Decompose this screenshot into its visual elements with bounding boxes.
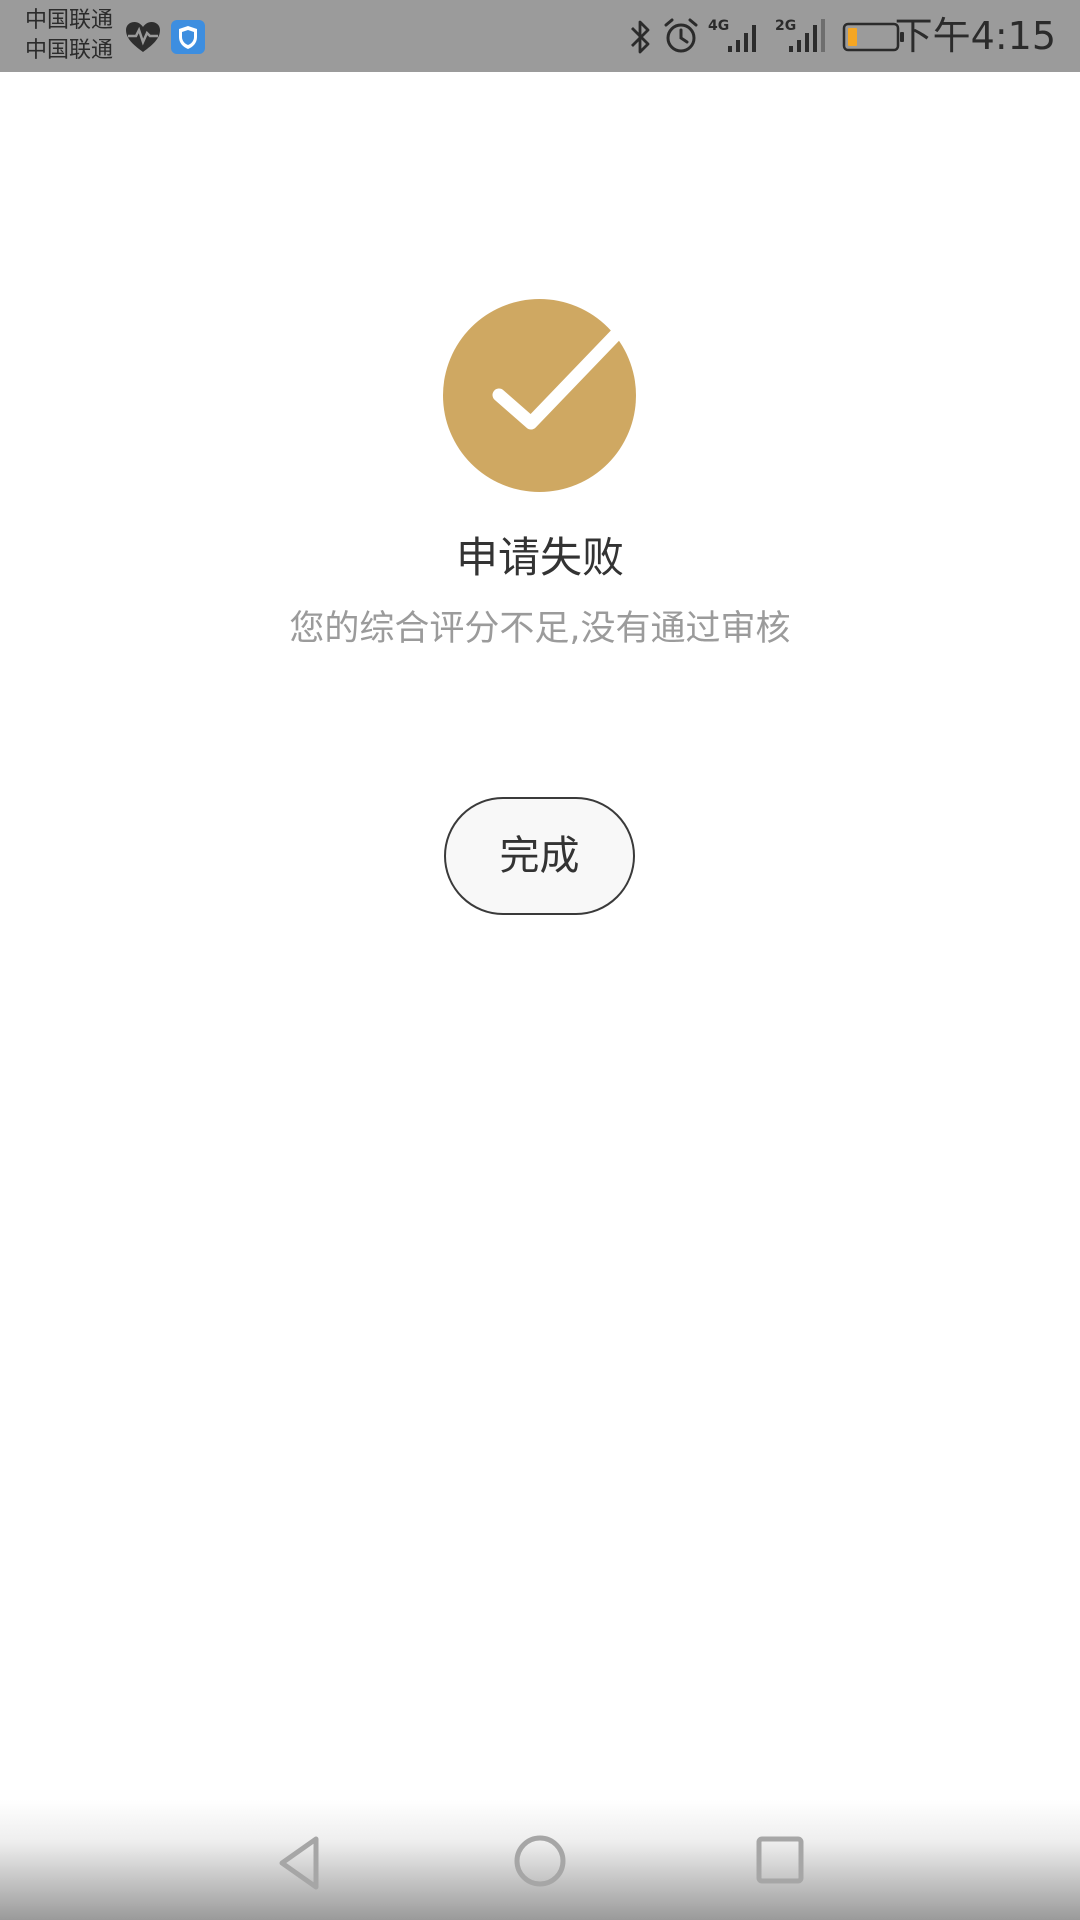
done-button[interactable]: 完成 (444, 797, 635, 915)
carrier-sim1: 中国联通 (25, 8, 114, 33)
carrier-labels: 中国联通 中国联通 (25, 6, 113, 66)
screen: 中国联通 中国联通 4G 2G 下午4:15 申请失败 您的综合评分不足,没有通… (0, 0, 1080, 1920)
signal-2g-icon: 2G (775, 18, 825, 52)
recents-icon[interactable] (755, 1835, 805, 1885)
alarm-icon (664, 18, 698, 53)
signal-4g-icon: 4G (708, 18, 756, 52)
health-icon (126, 22, 160, 52)
result-title: 申请失败 (455, 533, 624, 582)
carrier-sim2: 中国联通 (25, 38, 114, 63)
navigation-bar (0, 1800, 1080, 1920)
status-bar: 中国联通 中国联通 4G 2G 下午4:15 (0, 0, 1080, 72)
back-icon[interactable] (274, 1834, 326, 1892)
bluetooth-icon (631, 20, 650, 54)
network-label-sim2: 2G (775, 18, 796, 34)
checkmark-circle-icon (443, 299, 636, 492)
home-icon[interactable] (512, 1833, 568, 1889)
network-label-sim1: 4G (708, 18, 729, 34)
status-clock: 下午4:15 (894, 14, 1056, 58)
result-message: 您的综合评分不足,没有通过审核 (289, 609, 791, 649)
shield-icon (171, 20, 205, 54)
